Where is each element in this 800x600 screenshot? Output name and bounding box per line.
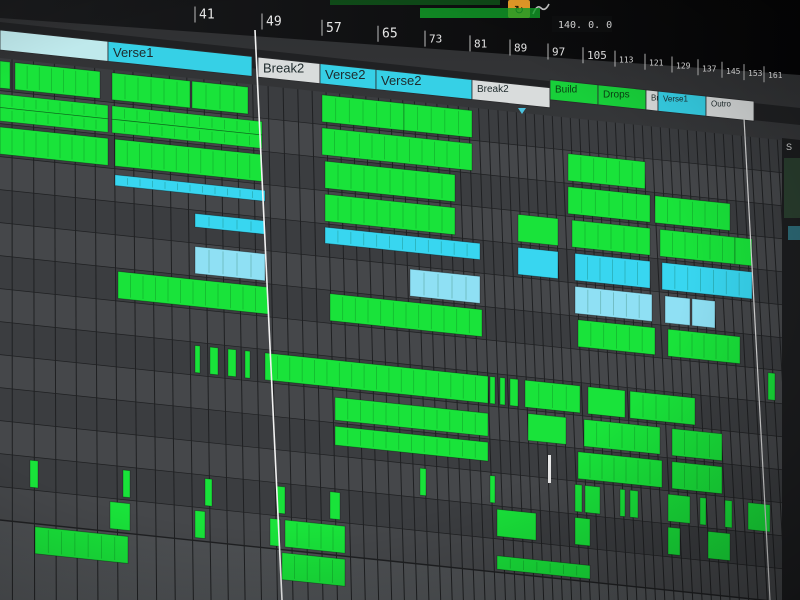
midi-clip[interactable] bbox=[284, 519, 346, 554]
ruler-bar-number: 137 bbox=[702, 64, 717, 73]
ruler-bar-number: 65 bbox=[382, 27, 398, 42]
midi-clip[interactable] bbox=[747, 502, 771, 533]
ruler-bar-number: 145 bbox=[726, 67, 741, 76]
locator-label: Build bbox=[555, 84, 577, 95]
midi-clip[interactable] bbox=[244, 350, 251, 379]
ruler-bar-number: 121 bbox=[649, 59, 664, 68]
midi-clip[interactable] bbox=[767, 372, 776, 401]
ruler-bar-number: 97 bbox=[552, 46, 565, 59]
locator-label: Verse1 bbox=[113, 45, 153, 60]
ruler-bar-number: 153 bbox=[748, 69, 763, 78]
midi-clip[interactable] bbox=[517, 213, 559, 247]
midi-clip[interactable] bbox=[584, 484, 601, 515]
mixer-strip[interactable] bbox=[784, 158, 800, 218]
midi-clip[interactable] bbox=[227, 348, 237, 378]
ruler-bar-number: 129 bbox=[676, 62, 691, 71]
cursor-marker bbox=[548, 455, 551, 483]
midi-clip[interactable] bbox=[699, 497, 707, 526]
ruler-bar-number: 89 bbox=[514, 42, 527, 55]
midi-clip[interactable] bbox=[109, 501, 131, 532]
locator-label: Drops bbox=[603, 89, 630, 100]
midi-clip[interactable] bbox=[574, 516, 591, 547]
locator-label: Break2 bbox=[477, 84, 509, 95]
locator-label: Outro bbox=[711, 100, 732, 109]
midi-clip[interactable] bbox=[587, 386, 626, 419]
locator-label: Break2 bbox=[263, 61, 304, 76]
daw-arrangement-view: 41 49 57 65 73 81 89 97 105 113 121 129 137 145 153 161… bbox=[0, 0, 800, 600]
locator-label: Verse2 bbox=[325, 67, 365, 82]
ruler-bar-number: 41 bbox=[199, 7, 215, 22]
midi-clip[interactable] bbox=[496, 508, 537, 541]
midi-clip[interactable] bbox=[0, 60, 11, 90]
audio-clip[interactable] bbox=[691, 298, 716, 329]
midi-clip[interactable] bbox=[667, 526, 681, 556]
midi-clip[interactable] bbox=[707, 530, 731, 562]
midi-clip[interactable] bbox=[527, 412, 567, 445]
ruler-bar-number: 57 bbox=[326, 21, 342, 36]
ruler-bar-number: 73 bbox=[429, 33, 442, 46]
midi-clip[interactable] bbox=[419, 467, 427, 497]
midi-clip[interactable] bbox=[194, 345, 201, 374]
midi-clip[interactable] bbox=[724, 499, 733, 529]
arrangement-screen: 41 49 57 65 73 81 89 97 105 113 121 129 137 145 153 161… bbox=[0, 0, 800, 600]
overview-clip bbox=[420, 8, 540, 18]
midi-clip[interactable] bbox=[509, 378, 519, 407]
ruler-bar-number: 161 bbox=[768, 71, 783, 80]
midi-clip[interactable] bbox=[489, 376, 496, 405]
midi-clip[interactable] bbox=[574, 483, 583, 513]
midi-clip[interactable] bbox=[667, 493, 691, 524]
ruler-bar-number: 113 bbox=[619, 56, 634, 65]
midi-clip[interactable] bbox=[194, 510, 206, 539]
midi-clip[interactable] bbox=[329, 491, 341, 521]
midi-clip[interactable] bbox=[204, 478, 213, 507]
midi-clip[interactable] bbox=[619, 488, 626, 518]
midi-clip[interactable] bbox=[122, 469, 131, 499]
locator-label: Verse1 bbox=[663, 95, 688, 104]
midi-clip[interactable] bbox=[209, 346, 219, 376]
midi-clip[interactable] bbox=[499, 377, 506, 406]
mixer-panel-letter: S bbox=[786, 142, 792, 152]
midi-clip[interactable] bbox=[29, 459, 39, 489]
audio-clip[interactable] bbox=[664, 295, 691, 326]
ruler-bar-number: 49 bbox=[266, 15, 282, 30]
overview-strip bbox=[330, 0, 500, 5]
tempo-value: 140. 0. 0 bbox=[558, 20, 612, 31]
midi-clip[interactable] bbox=[734, 236, 753, 267]
locator-label: Verse2 bbox=[381, 73, 421, 88]
ruler-bar-number: 81 bbox=[474, 37, 487, 50]
ruler-bar-number: 105 bbox=[587, 49, 607, 62]
midi-clip[interactable] bbox=[629, 489, 639, 519]
audio-clip[interactable] bbox=[517, 246, 559, 280]
mixer-button[interactable] bbox=[788, 226, 800, 240]
midi-clip[interactable] bbox=[489, 475, 496, 504]
